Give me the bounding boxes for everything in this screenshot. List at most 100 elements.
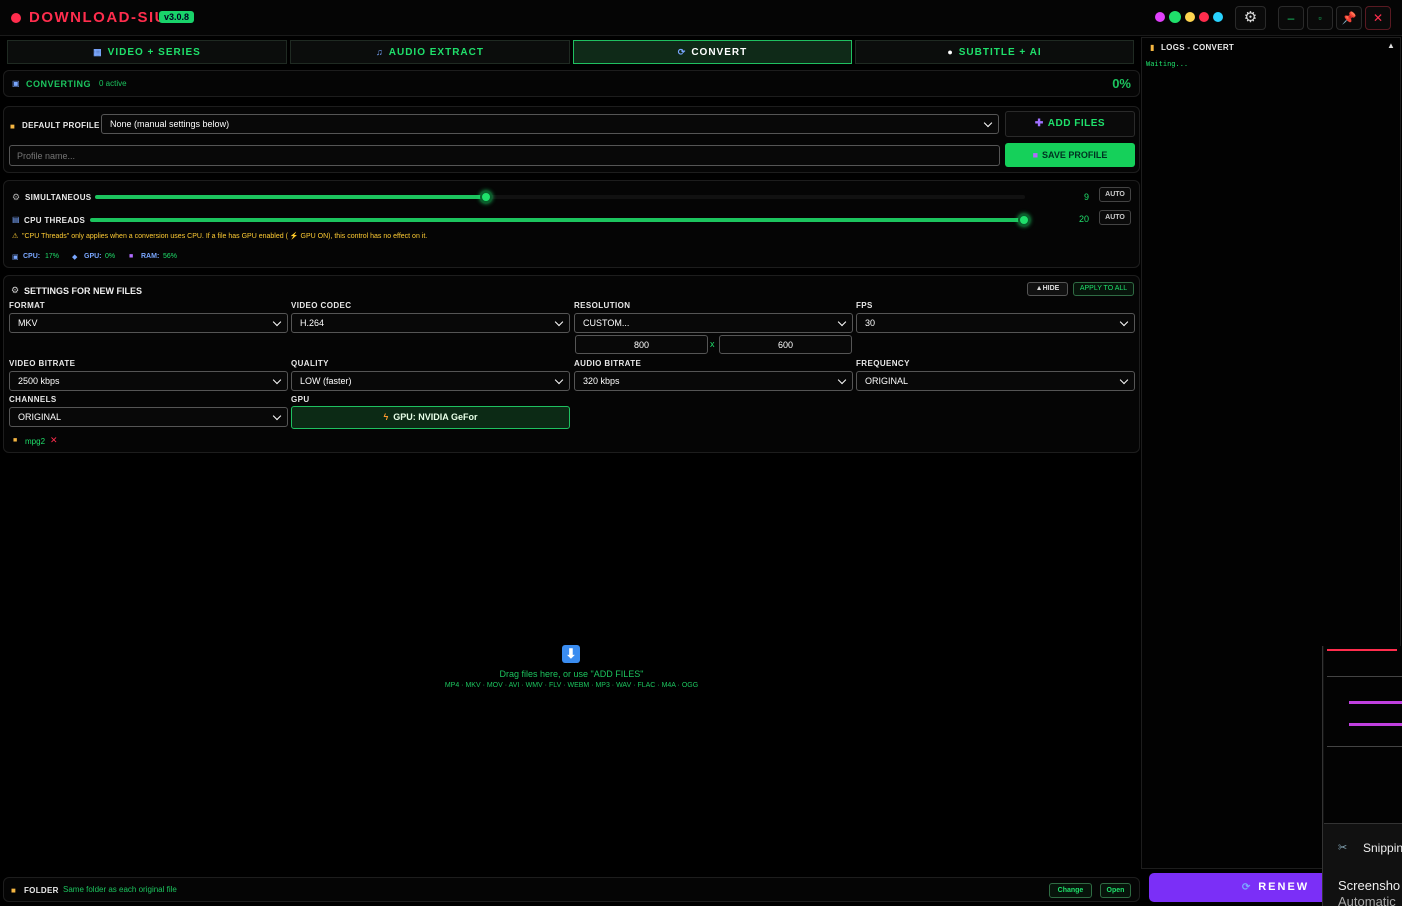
folder-value: Same folder as each original file — [63, 885, 177, 894]
pin-icon[interactable]: 📌 — [1336, 6, 1362, 30]
ram-stat-value: 56% — [163, 253, 178, 260]
theme-dot-magenta[interactable] — [1155, 12, 1165, 22]
snipping-tool-popup[interactable]: ✂ Snippin Screensho Automatic — [1322, 646, 1402, 906]
theme-dot-yellow[interactable] — [1185, 12, 1195, 22]
theme-dot-green[interactable] — [1169, 11, 1181, 23]
quality-label: QUALITY — [291, 359, 329, 368]
drop-zone[interactable]: ⬇ Drag files here, or use "ADD FILES" MP… — [3, 460, 1140, 872]
resources-panel: ⚙ SIMULTANEOUS 9 AUTO ▤ CPU THREADS 20 A… — [3, 180, 1140, 268]
simultaneous-slider-handle[interactable] — [480, 191, 492, 203]
video-codec-select[interactable]: H.264 — [291, 313, 570, 333]
download-arrow-icon: ⬇ — [562, 645, 580, 663]
profile-select[interactable]: None (manual settings below) — [101, 114, 999, 134]
channels-select[interactable]: ORIGINAL — [9, 407, 288, 427]
snipping-body-2: Automatic — [1338, 894, 1396, 906]
codec-tag: mpg2 — [25, 437, 46, 446]
minimize-icon[interactable]: – — [1278, 6, 1304, 30]
fps-label: FPS — [856, 301, 873, 310]
theme-dot-red[interactable] — [1199, 12, 1209, 22]
cpu-threads-warning: "CPU Threads" only applies when a conver… — [22, 233, 428, 240]
video-bitrate-label: VIDEO BITRATE — [9, 359, 76, 368]
cpu-threads-slider-fill — [90, 218, 1024, 222]
fps-select[interactable]: 30 — [856, 313, 1135, 333]
conversion-status: ▣ CONVERTING 0 active 0% — [3, 70, 1140, 97]
title-bar: DOWNLOAD-SIU v3.0.8 ⚙ – ▫ 📌 ✕ — [0, 0, 1402, 36]
quality-select[interactable]: LOW (faster) — [291, 371, 570, 391]
format-label: FORMAT — [9, 301, 46, 310]
convert-icon: ⟳ — [677, 47, 687, 57]
simultaneous-slider[interactable] — [95, 191, 1025, 203]
video-bitrate-select[interactable]: 2500 kbps — [9, 371, 288, 391]
logs-title: LOGS - CONVERT — [1161, 43, 1235, 52]
remove-tag-icon[interactable]: ✕ — [50, 435, 58, 446]
warning-icon: ⚠ — [12, 233, 19, 240]
tab-convert[interactable]: ⟳ CONVERT — [573, 40, 852, 64]
cpu-stat-value: 17% — [45, 253, 60, 260]
thumb-line — [1327, 676, 1402, 677]
progress-percent: 0% — [1112, 76, 1131, 91]
settings-title: SETTINGS FOR NEW FILES — [24, 286, 143, 296]
change-folder-button[interactable]: Change — [1049, 883, 1092, 898]
tab-video-series[interactable]: ▦ VIDEO + SERIES — [7, 40, 287, 64]
add-files-button[interactable]: ✚ ADD FILES — [1005, 111, 1135, 137]
open-folder-button[interactable]: Open — [1100, 883, 1131, 898]
lightning-icon: ϟ — [383, 412, 389, 422]
resolution-width-input[interactable] — [575, 335, 708, 354]
profile-name-input[interactable] — [9, 145, 1000, 166]
hide-settings-button[interactable]: ▲HIDE — [1027, 282, 1068, 296]
logs-text: Waiting... — [1146, 60, 1189, 68]
format-select[interactable]: MKV — [9, 313, 288, 333]
gpu-label: GPU — [291, 395, 310, 404]
main-tabs: ▦ VIDEO + SERIES ♫ AUDIO EXTRACT ⟳ CONVERT … — [7, 40, 1134, 64]
audio-bitrate-label: AUDIO BITRATE — [574, 359, 642, 368]
resolution-height-input[interactable] — [719, 335, 852, 354]
simultaneous-label: SIMULTANEOUS — [25, 193, 92, 202]
simultaneous-auto-button[interactable]: AUTO — [1099, 187, 1131, 202]
resolution-label: RESOLUTION — [574, 301, 631, 310]
collapse-logs-icon[interactable]: ▲ — [1387, 41, 1395, 50]
renew-icon: ⟳ — [1241, 882, 1253, 893]
settings-panel: ⚙ SETTINGS FOR NEW FILES ▲HIDE APPLY TO … — [3, 275, 1140, 453]
thumb-line — [1327, 649, 1397, 651]
gpu-stat-label: GPU: — [84, 253, 102, 260]
cpu-threads-label: CPU THREADS — [24, 216, 86, 225]
maximize-icon[interactable]: ▫ — [1307, 6, 1333, 30]
plus-icon: ✚ — [1034, 118, 1044, 129]
tag-folder-icon: ■ — [13, 437, 18, 444]
frequency-select[interactable]: ORIGINAL — [856, 371, 1135, 391]
caret-up-icon: ▲ — [1035, 285, 1043, 292]
settings-gear-icon: ⚙ — [11, 285, 20, 295]
cpu-threads-slider-handle[interactable] — [1018, 214, 1030, 226]
app-window: DOWNLOAD-SIU v3.0.8 ⚙ – ▫ 📌 ✕ ▦ VIDEO + S… — [0, 0, 1402, 906]
thumb-line — [1327, 746, 1402, 747]
folder-bar: ■ FOLDER Same folder as each original fi… — [3, 877, 1140, 902]
resolution-select[interactable]: CUSTOM... — [574, 313, 853, 333]
cpu-threads-auto-button[interactable]: AUTO — [1099, 210, 1131, 225]
folder-label: FOLDER — [24, 886, 59, 895]
theme-dot-cyan[interactable] — [1213, 12, 1223, 22]
gear-icon[interactable]: ⚙ — [1235, 6, 1266, 30]
tab-subtitle-ai[interactable]: ● SUBTITLE + AI — [855, 40, 1134, 64]
music-icon: ♫ — [376, 47, 384, 57]
video-codec-label: VIDEO CODEC — [291, 301, 352, 310]
app-logo-icon — [11, 13, 21, 23]
cpu-threads-slider[interactable] — [90, 214, 1030, 226]
save-profile-button[interactable]: ■ SAVE PROFILE — [1005, 143, 1135, 167]
cpu-icon: ▤ — [12, 215, 20, 224]
simultaneous-slider-fill — [95, 195, 486, 199]
app-title: DOWNLOAD-SIU — [29, 9, 167, 26]
close-icon[interactable]: ✕ — [1365, 6, 1391, 30]
snipping-title: Snippin — [1363, 841, 1402, 855]
active-count: 0 active — [99, 79, 127, 88]
save-icon: ■ — [1032, 150, 1039, 160]
snipping-icon: ✂ — [1338, 842, 1348, 854]
apply-to-all-button[interactable]: APPLY TO ALL — [1073, 282, 1134, 296]
ram-stat-label: RAM: — [141, 253, 160, 260]
audio-bitrate-select[interactable]: 320 kbps — [574, 371, 853, 391]
cpu-stat-icon: ▣ — [12, 254, 19, 261]
tab-audio-extract[interactable]: ♫ AUDIO EXTRACT — [290, 40, 570, 64]
snip-thumbnail — [1324, 646, 1402, 824]
frequency-label: FREQUENCY — [856, 359, 910, 368]
gpu-toggle-button[interactable]: ϟ GPU: NVIDIA GeFor — [291, 406, 570, 429]
resolution-separator: x — [710, 339, 715, 349]
